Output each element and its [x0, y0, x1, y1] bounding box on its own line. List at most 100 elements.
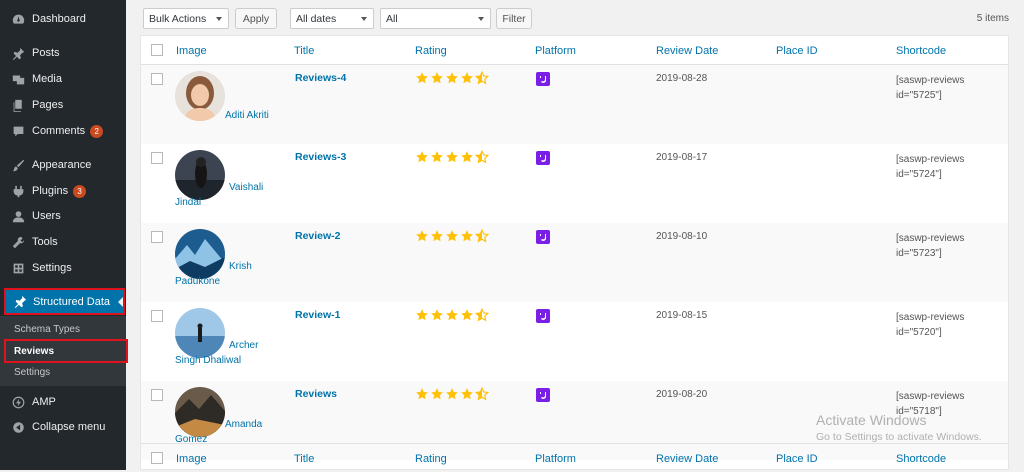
sidebar-item-users[interactable]: Users	[0, 205, 126, 227]
sidebar-item-label: Appearance	[32, 159, 92, 171]
star-full-icon	[415, 71, 429, 88]
row-checkbox[interactable]	[151, 310, 163, 322]
star-full-icon	[445, 387, 459, 404]
column-header-platform[interactable]: Platform	[535, 45, 576, 57]
column-header-place-id[interactable]: Place ID	[776, 45, 818, 57]
shortcode-line: id="5724"]	[896, 169, 942, 180]
reviewer-name[interactable]: Krish	[229, 259, 252, 274]
sidebar-item-pages[interactable]: Pages	[0, 94, 126, 116]
chevron-down-icon	[478, 17, 484, 21]
sidebar-item-comments[interactable]: Comments 2	[0, 120, 126, 142]
reviewer-name[interactable]: Jindal	[175, 195, 201, 210]
review-title-link[interactable]: Review-1	[295, 309, 341, 321]
bulk-actions-select[interactable]: Bulk Actions	[143, 8, 229, 29]
column-header-review-date[interactable]: Review Date	[656, 45, 718, 57]
sidebar-item-amp[interactable]: AMP	[0, 391, 126, 413]
star-full-icon	[415, 150, 429, 167]
sidebar-item-label: Media	[32, 73, 62, 85]
sidebar-item-tools[interactable]: Tools	[0, 231, 126, 253]
column-header-shortcode[interactable]: Shortcode	[896, 453, 946, 465]
table-row: Krish Padukone Review-2 2019-08-10 [sasw…	[141, 223, 1008, 302]
submenu-item-reviews[interactable]: Reviews	[4, 339, 128, 363]
reviewer-name[interactable]: Padukone	[175, 274, 220, 289]
reviewer-name[interactable]: Amanda	[225, 417, 262, 432]
column-header-platform[interactable]: Platform	[535, 453, 576, 465]
review-title-link[interactable]: Reviews-3	[295, 151, 346, 163]
reviewer-name[interactable]: Singh Dhaliwal	[175, 353, 241, 368]
reviewer-name[interactable]: Vaishali	[229, 180, 263, 195]
select-all-checkbox[interactable]	[151, 452, 163, 464]
sidebar-item-structured-data[interactable]: Structured Data	[4, 288, 125, 315]
sidebar-item-settings[interactable]: Settings	[0, 257, 126, 279]
settings-icon	[10, 260, 26, 276]
reviewer-avatar	[175, 150, 225, 200]
shortcode: [saswp-reviews id="5720"]	[896, 310, 996, 340]
row-checkbox[interactable]	[151, 152, 163, 164]
user-icon	[10, 208, 26, 224]
platform-icon	[536, 72, 550, 86]
sidebar-item-appearance[interactable]: Appearance	[0, 154, 126, 176]
rating-stars	[415, 70, 490, 88]
bulk-actions-value: Bulk Actions	[149, 12, 207, 25]
sidebar-item-label: Plugins	[32, 185, 69, 197]
column-header-rating[interactable]: Rating	[415, 45, 447, 57]
pin-icon	[10, 45, 26, 61]
table-header: Image Title Rating Platform Review Date …	[141, 36, 1008, 65]
date-filter-select[interactable]: All dates	[290, 8, 374, 29]
star-half-icon	[474, 149, 490, 167]
review-date: 2019-08-20	[656, 389, 708, 400]
rating-stars	[415, 307, 490, 325]
row-checkbox[interactable]	[151, 389, 163, 401]
column-header-review-date[interactable]: Review Date	[656, 453, 718, 465]
column-header-title[interactable]: Title	[294, 45, 314, 57]
review-date: 2019-08-28	[656, 73, 708, 84]
column-header-shortcode[interactable]: Shortcode	[896, 45, 946, 57]
column-header-place-id[interactable]: Place ID	[776, 453, 818, 465]
reviewer-name[interactable]: Aditi Akriti	[225, 108, 269, 123]
sidebar-item-media[interactable]: Media	[0, 68, 126, 90]
rating-stars	[415, 386, 490, 404]
sidebar-item-label: Structured Data	[33, 295, 111, 308]
submenu-item-schema-types[interactable]: Schema Types	[14, 324, 80, 335]
star-full-icon	[460, 387, 474, 404]
sidebar-item-plugins[interactable]: Plugins 3	[0, 180, 126, 202]
collapse-menu-button[interactable]: Collapse menu	[0, 416, 126, 438]
star-full-icon	[430, 229, 444, 246]
date-filter-value: All dates	[296, 12, 337, 25]
reviewer-name[interactable]: Archer	[229, 338, 258, 353]
submenu-item-settings[interactable]: Settings	[14, 367, 50, 378]
column-header-image[interactable]: Image	[176, 45, 207, 57]
activate-windows-title: Activate Windows	[816, 412, 927, 428]
star-full-icon	[430, 71, 444, 88]
review-title-link[interactable]: Reviews-4	[295, 72, 346, 84]
sidebar-item-posts[interactable]: Posts	[0, 42, 126, 64]
chevron-down-icon	[361, 17, 367, 21]
sidebar-item-label: Settings	[32, 262, 72, 274]
rating-stars	[415, 228, 490, 246]
items-count: 5 items	[976, 13, 1009, 24]
column-header-title[interactable]: Title	[294, 453, 314, 465]
reviewer-avatar	[175, 387, 225, 437]
platform-icon	[536, 388, 550, 402]
select-all-checkbox[interactable]	[151, 44, 163, 56]
platform-filter-select[interactable]: All	[380, 8, 491, 29]
review-title-link[interactable]: Review-2	[295, 230, 341, 242]
row-checkbox[interactable]	[151, 231, 163, 243]
shortcode: [saswp-reviews id="5724"]	[896, 152, 996, 182]
review-title-link[interactable]: Reviews	[295, 388, 337, 400]
column-header-image[interactable]: Image	[176, 453, 207, 465]
plugin-icon	[10, 183, 26, 199]
sidebar-item-label: Comments	[32, 125, 86, 137]
star-full-icon	[445, 308, 459, 325]
platform-icon	[536, 309, 550, 323]
shortcode-line: id="5723"]	[896, 248, 942, 259]
star-full-icon	[460, 150, 474, 167]
active-menu-arrow	[118, 297, 123, 307]
row-checkbox[interactable]	[151, 73, 163, 85]
column-header-rating[interactable]: Rating	[415, 453, 447, 465]
apply-button[interactable]: Apply	[235, 8, 277, 29]
sidebar-item-label: Tools	[32, 236, 58, 248]
filter-button[interactable]: Filter	[496, 8, 532, 29]
sidebar-item-dashboard[interactable]: Dashboard	[0, 8, 126, 30]
star-full-icon	[430, 387, 444, 404]
